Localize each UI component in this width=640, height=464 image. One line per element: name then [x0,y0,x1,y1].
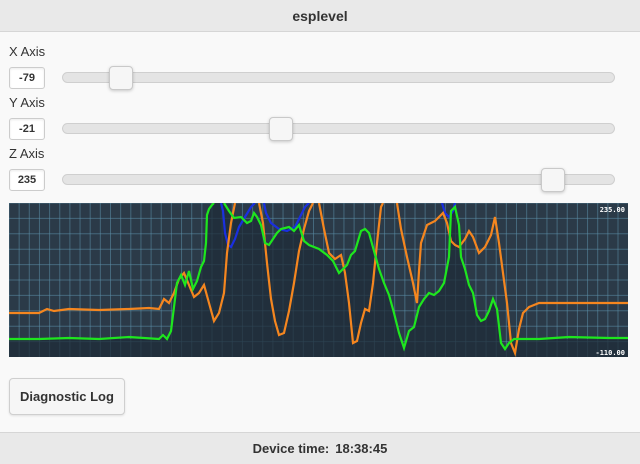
app-title: esplevel [292,7,348,24]
device-time-value: 18:38:45 [335,441,388,456]
x-axis-label: X Axis [9,44,46,59]
x-axis-slider[interactable] [62,66,615,90]
app-header: esplevel [0,0,640,32]
z-axis-slider-thumb[interactable] [541,168,566,192]
x-axis-slider-thumb[interactable] [108,66,133,90]
y-axis-slider[interactable] [62,117,615,141]
y-axis-label: Y Axis [9,95,45,110]
z-axis-value[interactable]: 235 [9,169,45,191]
device-time-label: Device time: [252,441,330,456]
y-axis-value[interactable]: -21 [9,118,45,140]
z-axis-slider[interactable] [62,168,615,192]
chart-max-label: 235.00 [600,206,625,214]
accelerometer-chart: 235.00 -110.00 [9,203,628,357]
z-axis-label: Z Axis [9,146,45,161]
status-footer: Device time: 18:38:45 [0,432,640,464]
chart-svg: 235.00 -110.00 [9,203,628,357]
chart-min-label: -110.00 [595,349,625,357]
x-axis-value[interactable]: -79 [9,67,45,89]
y-axis-slider-thumb[interactable] [268,117,293,141]
diagnostic-log-button[interactable]: Diagnostic Log [9,378,125,415]
